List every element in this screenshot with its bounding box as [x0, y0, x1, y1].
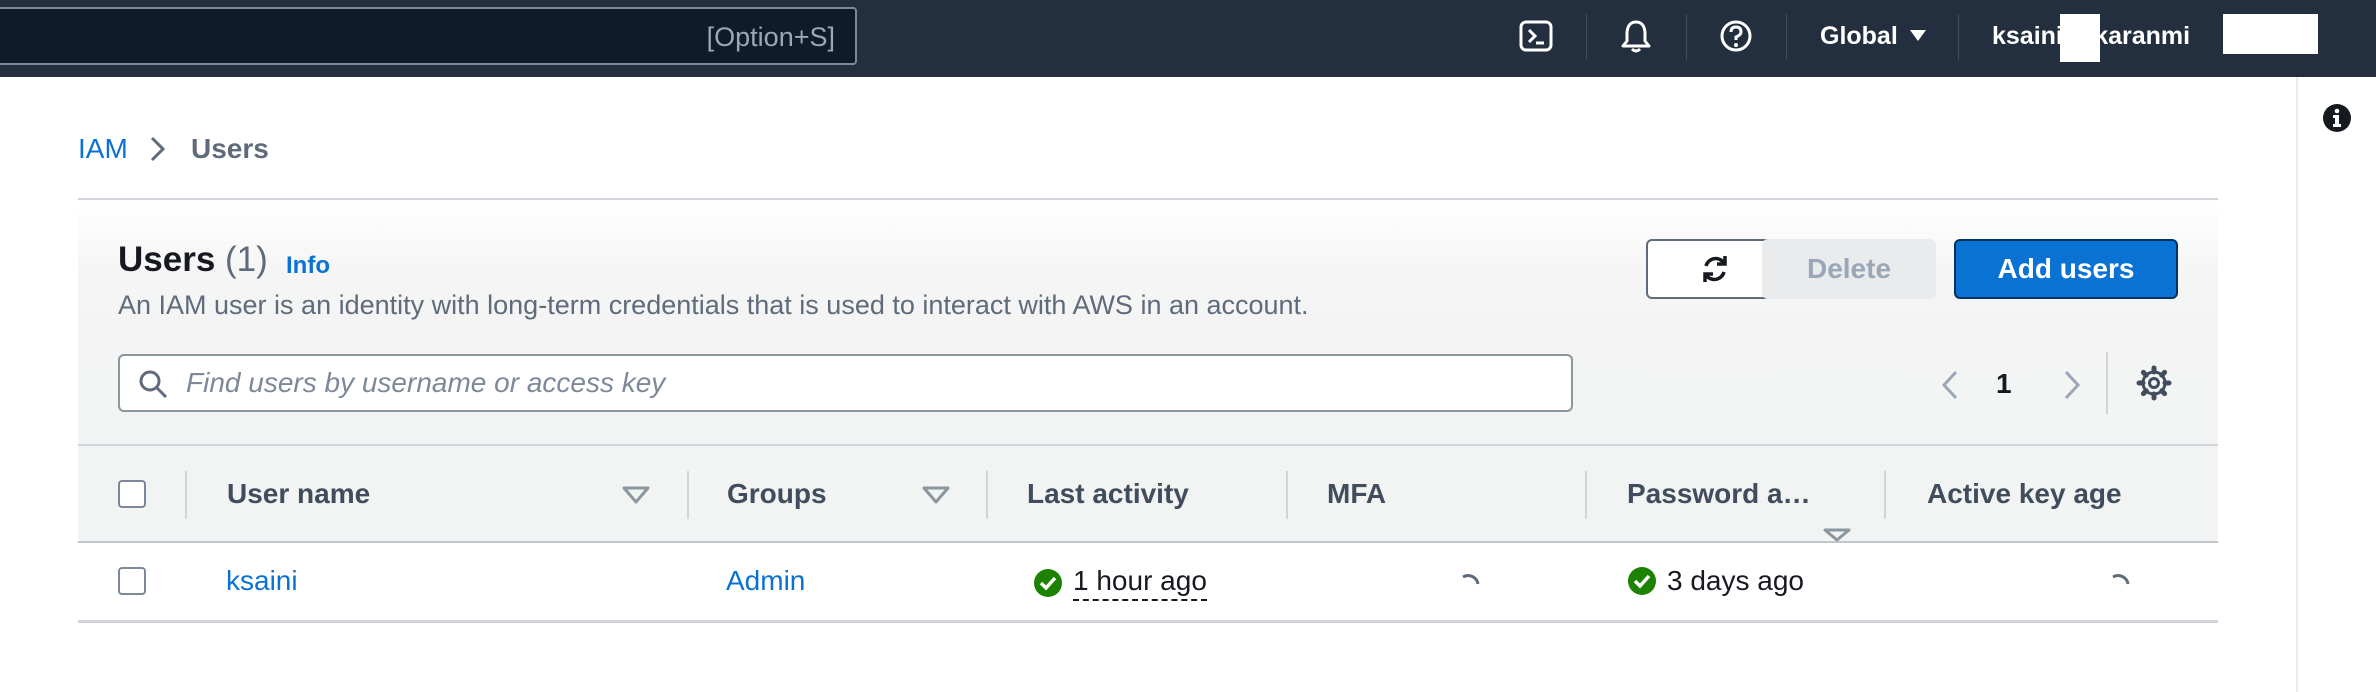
breadcrumb-iam-link[interactable]: IAM: [78, 133, 128, 165]
last-activity-cell[interactable]: 1 hour ago: [1033, 565, 1207, 601]
users-title: Users: [118, 240, 216, 279]
previous-page-icon[interactable]: [1938, 368, 1962, 402]
nav-divider: [1786, 14, 1787, 60]
loading-spinner-icon: [2112, 574, 2130, 585]
refresh-icon: [1703, 256, 1727, 282]
caret-down-icon: [1909, 30, 1926, 41]
sort-caret-icon[interactable]: [1823, 528, 1851, 542]
search-input[interactable]: [186, 366, 1556, 400]
column-header-groups[interactable]: Groups: [727, 478, 827, 510]
loading-spinner-icon: [1462, 574, 1480, 585]
tools-panel-divider: [2296, 77, 2298, 692]
table-header-row: User name Groups Last activity MFA Passw…: [78, 444, 2218, 543]
column-divider: [986, 471, 988, 519]
info-link[interactable]: Info: [286, 252, 330, 280]
select-all-checkbox[interactable]: [118, 480, 146, 508]
sort-caret-icon[interactable]: [922, 486, 950, 504]
nav-divider: [1686, 14, 1687, 60]
bell-icon[interactable]: [1618, 18, 1654, 54]
sort-caret-icon[interactable]: [622, 486, 650, 504]
breadcrumb-current: Users: [191, 133, 269, 164]
last-activity-value[interactable]: 1 hour ago: [1073, 565, 1207, 601]
chevron-right-icon: [150, 136, 166, 162]
next-page-icon[interactable]: [2060, 368, 2084, 402]
column-divider: [1286, 471, 1288, 519]
region-selector[interactable]: Global: [1820, 22, 1926, 51]
success-check-icon: [1628, 567, 1656, 595]
nav-divider: [1958, 14, 1959, 60]
group-link[interactable]: Admin: [726, 565, 805, 597]
password-age-cell: 3 days ago: [1627, 565, 1804, 597]
page-title: Users (1): [118, 240, 268, 280]
region-label: Global: [1820, 22, 1898, 50]
users-table-container: Users (1) Info An IAM user is an identit…: [78, 198, 2218, 623]
column-header-mfa[interactable]: MFA: [1327, 478, 1386, 510]
current-page-number[interactable]: 1: [1996, 368, 2012, 400]
info-icon[interactable]: [2322, 103, 2352, 133]
column-divider: [185, 471, 187, 519]
delete-button[interactable]: Delete: [1762, 239, 1936, 299]
redaction-box: [2223, 14, 2318, 54]
column-header-user-name[interactable]: User name: [227, 478, 370, 510]
column-divider: [1585, 471, 1587, 519]
column-header-active-key-age[interactable]: Active key age: [1927, 478, 2122, 510]
global-search-box[interactable]: [Option+S]: [0, 7, 857, 65]
users-description: An IAM user is an identity with long-ter…: [118, 290, 1309, 320]
column-divider: [687, 471, 689, 519]
table-row: ksaini Admin 1 hour ago 3 days ago: [78, 543, 2218, 623]
nav-divider: [1586, 14, 1587, 60]
column-header-last-activity[interactable]: Last activity: [1027, 478, 1189, 510]
top-navigation: [Option+S] Global ksaini@ karanmi: [0, 0, 2376, 77]
pagination-divider: [2106, 352, 2108, 414]
add-users-button[interactable]: Add users: [1954, 239, 2178, 299]
redaction-box: [2060, 14, 2100, 62]
user-name-link[interactable]: ksaini: [226, 565, 298, 597]
users-count: (1): [225, 240, 268, 279]
search-icon: [139, 370, 168, 399]
users-table-header: Users (1) Info An IAM user is an identit…: [78, 200, 2218, 444]
search-shortcut-hint: [Option+S]: [706, 22, 835, 52]
help-icon[interactable]: [1718, 18, 1754, 54]
password-age-value: 3 days ago: [1667, 565, 1804, 596]
column-header-password-age[interactable]: Password a…: [1627, 478, 1811, 510]
column-divider: [1884, 471, 1886, 519]
success-check-icon: [1034, 569, 1062, 597]
row-checkbox[interactable]: [118, 567, 146, 595]
gear-icon[interactable]: [2136, 365, 2172, 401]
user-search-field[interactable]: [118, 354, 1573, 412]
cloudshell-icon[interactable]: [1518, 18, 1554, 54]
